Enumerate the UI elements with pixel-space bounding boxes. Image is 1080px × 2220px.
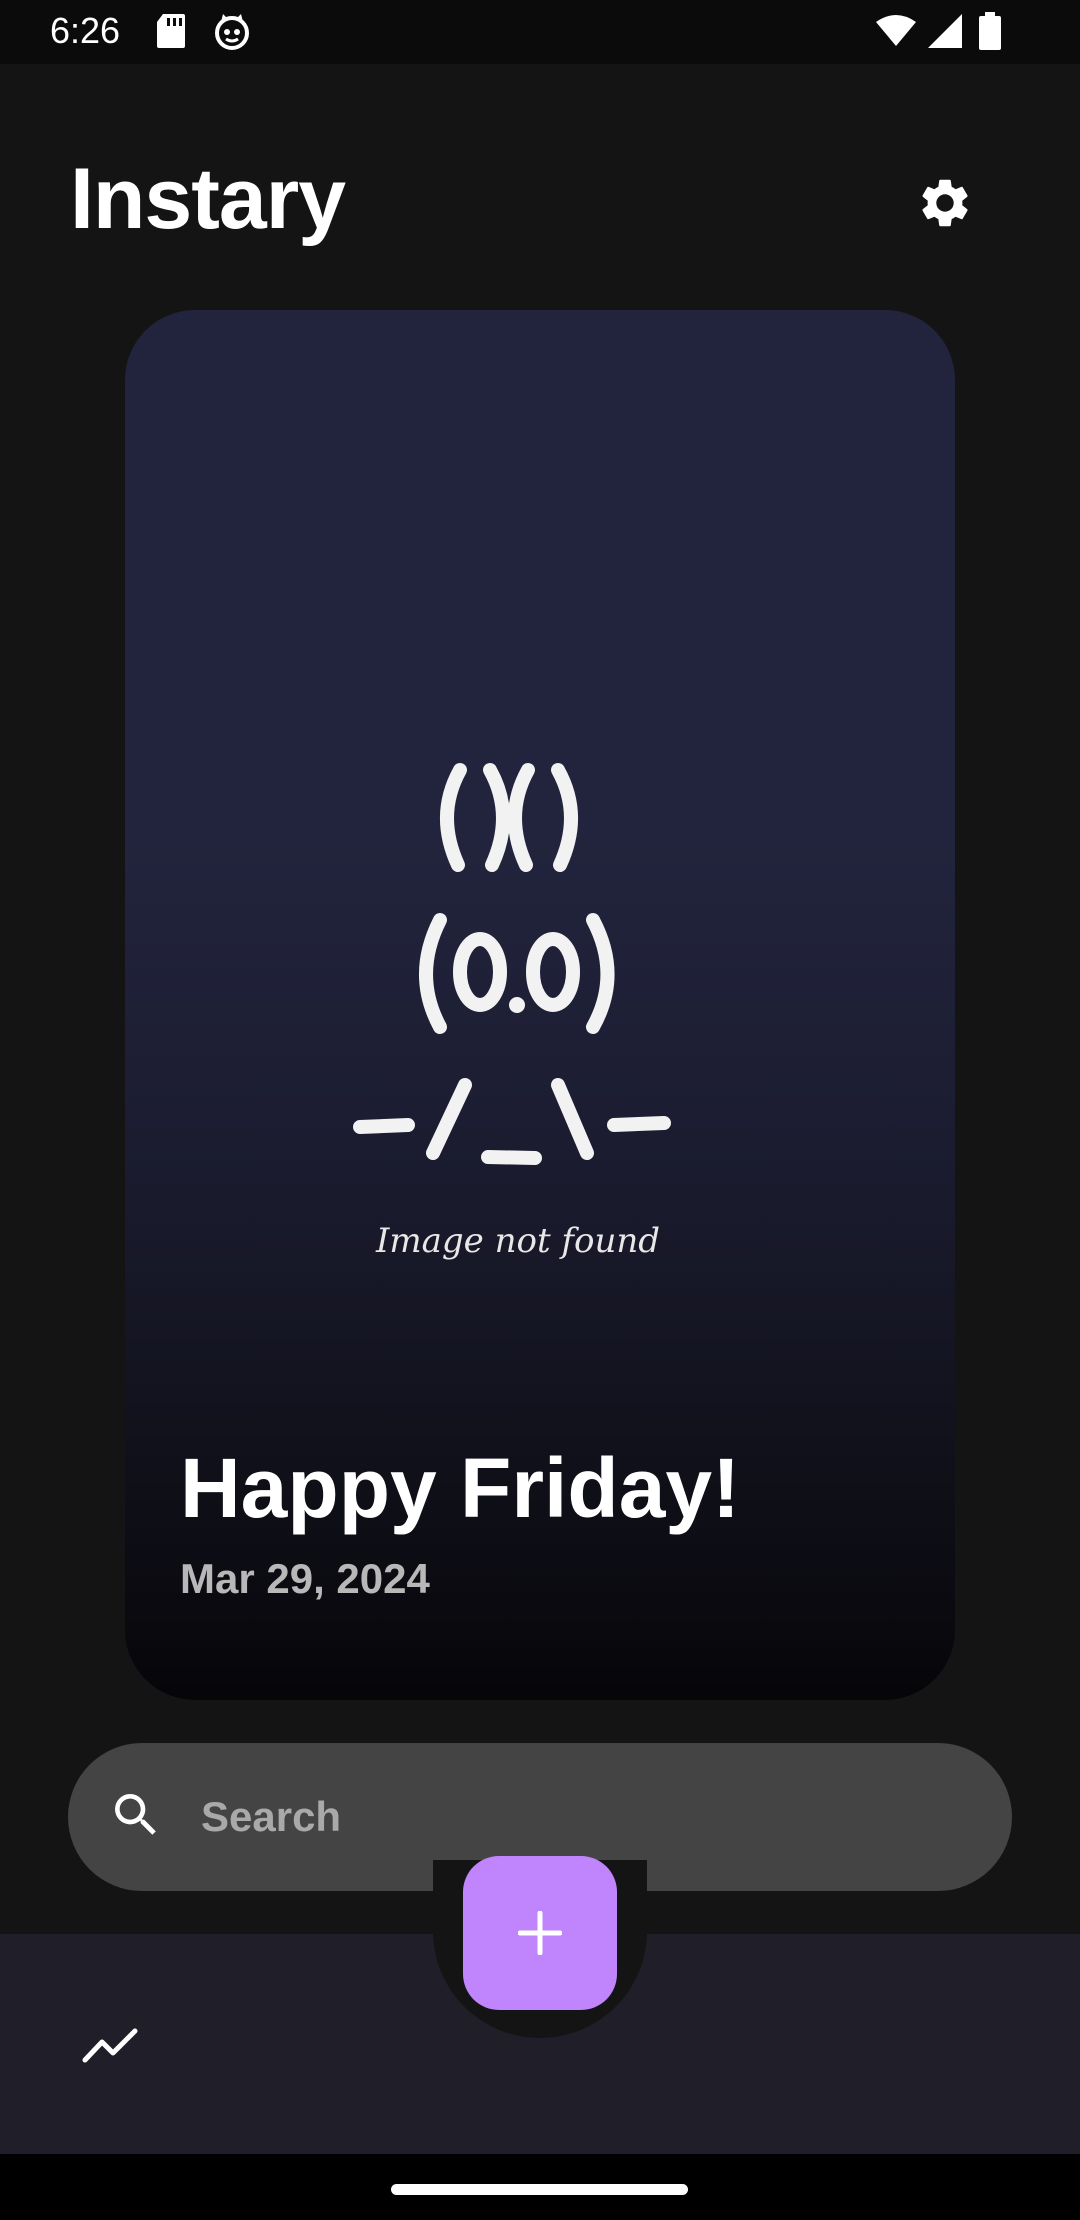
settings-button[interactable] [910, 168, 980, 238]
signal-icon [928, 14, 964, 53]
plus-icon [518, 1911, 562, 1955]
trending-icon [82, 2028, 138, 2063]
status-bar: 6:26 [0, 0, 1080, 64]
statistics-button[interactable] [75, 2010, 145, 2080]
app-title: Instary [70, 151, 346, 247]
entry-card[interactable]: Image not found Happy Friday! Mar 29, 20… [125, 310, 955, 1700]
entry-date: Mar 29, 2024 [180, 1555, 430, 1602]
search-input[interactable]: Search [201, 1793, 341, 1841]
status-time: 6:26 [50, 10, 121, 51]
search-icon [108, 1787, 164, 1848]
home-gesture-handle[interactable] [391, 2184, 688, 2195]
cat-notification-icon [213, 12, 251, 55]
wifi-icon [876, 14, 916, 53]
placeholder-caption: Image not found [375, 1221, 660, 1261]
battery-icon [979, 12, 1001, 55]
entry-title: Happy Friday! [180, 1441, 741, 1535]
sd-card-icon [155, 12, 187, 55]
gear-icon [922, 179, 968, 227]
add-entry-button[interactable] [463, 1856, 617, 2010]
